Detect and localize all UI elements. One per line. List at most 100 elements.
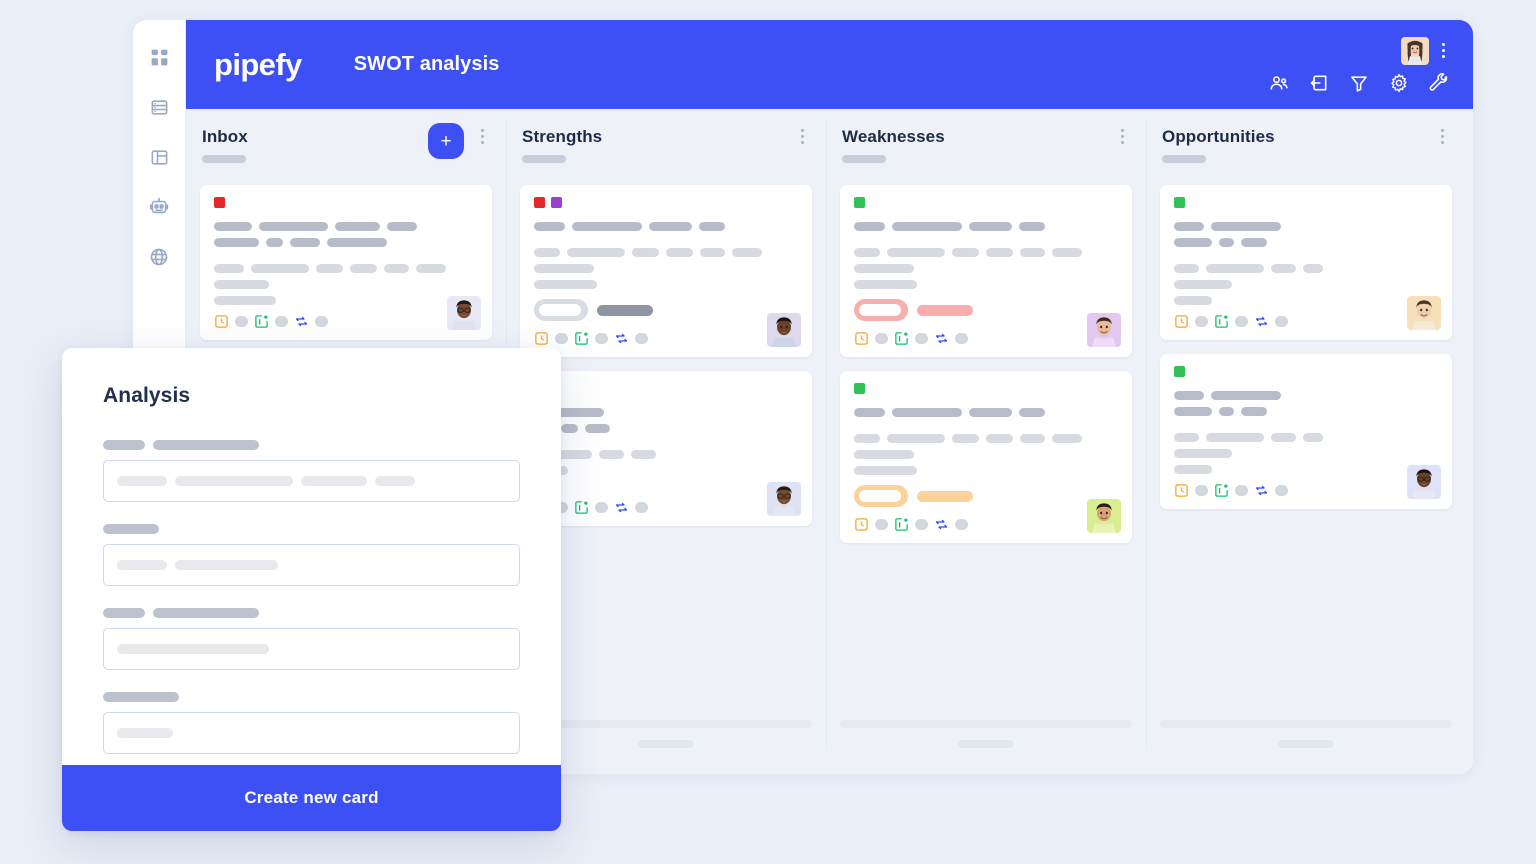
gear-icon[interactable]: [1389, 72, 1409, 93]
avatar[interactable]: [1407, 465, 1441, 499]
text-placeholder: [214, 238, 259, 247]
wrench-icon[interactable]: [1429, 72, 1449, 93]
due-date-icon[interactable]: [214, 314, 229, 329]
connection-icon[interactable]: [294, 314, 309, 329]
text-placeholder: [387, 222, 417, 231]
text-placeholder: [567, 248, 625, 257]
connection-icon[interactable]: [614, 500, 629, 515]
text-input[interactable]: [103, 544, 520, 586]
avatar[interactable]: [1401, 36, 1429, 65]
card-labels: [534, 197, 798, 208]
avatar[interactable]: [1087, 499, 1121, 533]
column-menu-button[interactable]: [1434, 129, 1450, 144]
board-card[interactable]: [520, 371, 812, 526]
child-card-icon[interactable]: [1214, 483, 1229, 498]
card-text-line: [1174, 407, 1438, 416]
due-date-icon[interactable]: [854, 517, 869, 532]
card-meta-placeholder: [635, 333, 648, 344]
create-card-modal: Analysis Create new card: [62, 348, 561, 831]
text-placeholder: [952, 434, 979, 443]
column-title: Weaknesses: [842, 127, 945, 146]
due-date-icon[interactable]: [534, 331, 549, 346]
column-footer-placeholder: [840, 720, 1132, 748]
avatar[interactable]: [767, 313, 801, 347]
text-input[interactable]: [103, 712, 520, 754]
child-card-icon[interactable]: [254, 314, 269, 329]
connection-icon: [615, 333, 628, 344]
column-subtitle-placeholder: [202, 155, 246, 163]
add-card-button[interactable]: +: [428, 123, 464, 159]
input-placeholder: [175, 560, 278, 570]
card-text-line: [854, 264, 1118, 273]
board-card[interactable]: [1160, 185, 1452, 340]
card-text-line: [854, 434, 1118, 443]
column-menu-button[interactable]: [474, 129, 490, 144]
text-placeholder: [732, 248, 762, 257]
board-card[interactable]: [520, 185, 812, 357]
text-input[interactable]: [103, 628, 520, 670]
topbar: pipefy SWOT analysis: [186, 20, 1473, 109]
card-meta-placeholder: [915, 519, 928, 530]
connection-icon[interactable]: [1254, 314, 1269, 329]
field-label: [103, 608, 520, 618]
board-menu-button[interactable]: [1435, 40, 1451, 62]
pipefy-logo[interactable]: pipefy: [214, 49, 302, 80]
child-card-icon[interactable]: [574, 500, 589, 515]
board-column: Opportunities: [1146, 109, 1466, 774]
board-card[interactable]: [200, 185, 492, 340]
column-menu-button[interactable]: [1114, 129, 1130, 144]
connection-icon[interactable]: [1254, 483, 1269, 498]
layout-panel-icon[interactable]: [146, 144, 172, 170]
card-text-line: [1174, 280, 1438, 289]
board-card[interactable]: [840, 371, 1132, 543]
label-placeholder: [153, 608, 259, 618]
child-card-icon[interactable]: [894, 517, 909, 532]
text-placeholder: [534, 264, 594, 273]
topbar-actions: [1269, 20, 1451, 109]
card-meta-placeholder: [315, 316, 328, 327]
members-icon[interactable]: [1269, 73, 1289, 93]
board-card[interactable]: [840, 185, 1132, 357]
text-placeholder: [1174, 449, 1232, 458]
input-placeholder: [301, 476, 367, 486]
text-input[interactable]: [103, 460, 520, 502]
child-card-icon[interactable]: [1214, 314, 1229, 329]
avatar[interactable]: [1087, 313, 1121, 347]
card-accent-pill: [854, 299, 908, 321]
create-new-card-button[interactable]: Create new card: [62, 765, 561, 831]
dashboard-grid-icon[interactable]: [146, 44, 172, 70]
due-date-icon[interactable]: [854, 331, 869, 346]
card-text-line: [1174, 449, 1438, 458]
field-label: [103, 692, 520, 702]
due-date-icon[interactable]: [1174, 314, 1189, 329]
text-placeholder: [534, 248, 560, 257]
column-menu-button[interactable]: [794, 129, 810, 144]
card-footer: [534, 331, 798, 346]
card-text-line: [854, 248, 1118, 257]
robot-icon[interactable]: [146, 194, 172, 220]
avatar[interactable]: [447, 296, 481, 330]
child-card-icon[interactable]: [574, 331, 589, 346]
footer-line: [520, 720, 812, 728]
connection-icon[interactable]: [934, 517, 949, 532]
board-card[interactable]: [1160, 354, 1452, 509]
card-spacer: [214, 254, 478, 264]
filter-icon[interactable]: [1349, 73, 1369, 93]
card-text-line: [854, 450, 1118, 459]
child-card-icon[interactable]: [894, 331, 909, 346]
card-meta-placeholder: [635, 502, 648, 513]
card-meta-placeholder: [915, 333, 928, 344]
text-placeholder: [892, 408, 962, 417]
due-date-icon[interactable]: [1174, 483, 1189, 498]
label-placeholder: [103, 440, 145, 450]
text-placeholder: [1174, 238, 1212, 247]
label-chip: [854, 197, 865, 208]
database-icon[interactable]: [146, 94, 172, 120]
import-icon[interactable]: [1309, 73, 1329, 93]
connection-icon[interactable]: [934, 331, 949, 346]
text-placeholder: [1174, 264, 1199, 273]
globe-icon[interactable]: [146, 244, 172, 270]
connection-icon[interactable]: [614, 331, 629, 346]
avatar[interactable]: [1407, 296, 1441, 330]
avatar[interactable]: [767, 482, 801, 516]
